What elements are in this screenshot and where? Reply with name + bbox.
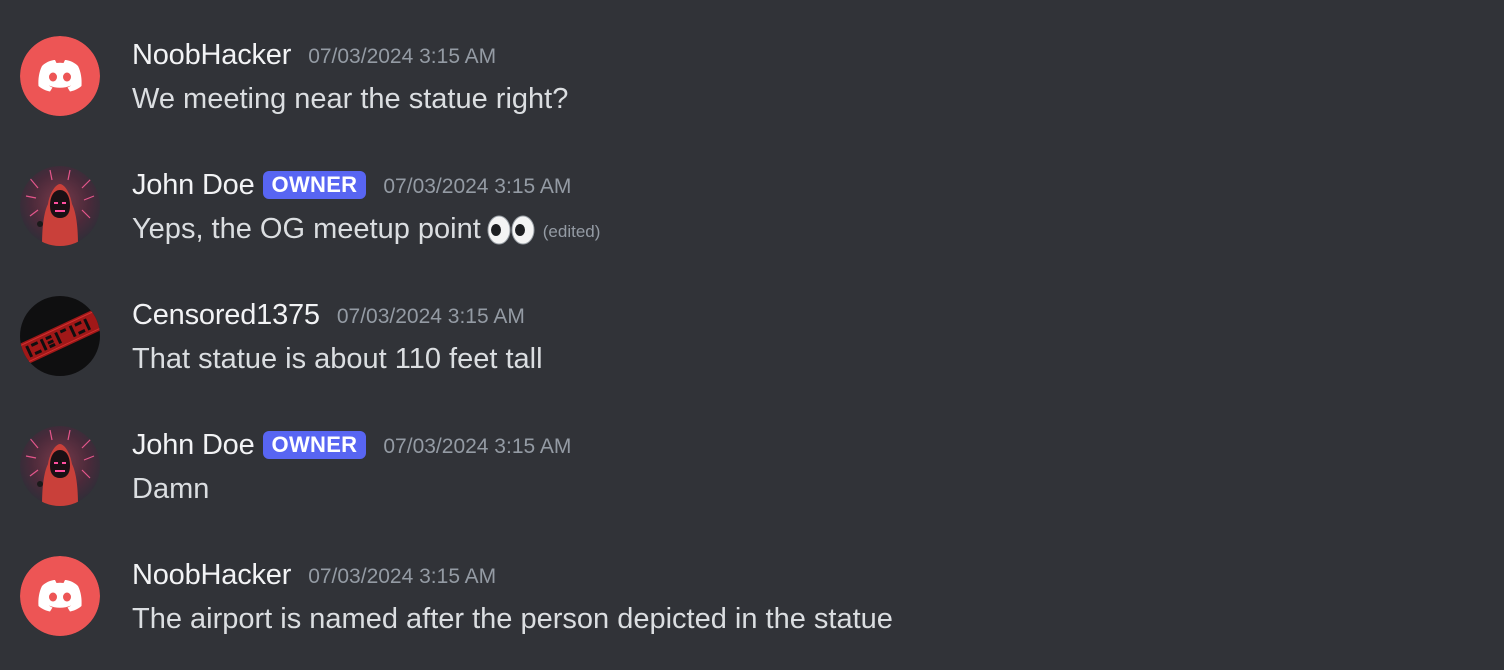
chat-message: John Doe OWNER 07/03/2024 3:15 AM Yeps, … bbox=[0, 130, 1504, 246]
message-content: Damn bbox=[132, 469, 209, 509]
avatar[interactable] bbox=[20, 556, 100, 636]
message-text: The airport is named after the person de… bbox=[132, 602, 893, 635]
avatar[interactable] bbox=[20, 36, 100, 116]
owner-badge: OWNER bbox=[262, 431, 367, 459]
username[interactable]: NoobHacker bbox=[132, 559, 291, 592]
avatar[interactable] bbox=[20, 426, 100, 506]
message-text: Yeps, the OG meetup point bbox=[132, 212, 481, 245]
username[interactable]: NoobHacker bbox=[132, 39, 291, 72]
timestamp[interactable]: 07/03/2024 3:15 AM bbox=[337, 305, 525, 329]
message-header: John Doe OWNER 07/03/2024 3:15 AM bbox=[132, 166, 571, 204]
avatar[interactable] bbox=[20, 166, 100, 246]
chat-message-list: NoobHacker 07/03/2024 3:15 AM We meeting… bbox=[0, 0, 1504, 670]
timestamp[interactable]: 07/03/2024 3:15 AM bbox=[383, 175, 571, 199]
username[interactable]: John Doe bbox=[132, 429, 255, 462]
chat-message: NoobHacker 07/03/2024 3:15 AM We meeting… bbox=[0, 0, 1504, 116]
message-text: Damn bbox=[132, 472, 210, 505]
message-content: That statue is about 110 feet tall bbox=[132, 339, 543, 379]
avatar[interactable] bbox=[20, 296, 100, 376]
hooded-figure-icon bbox=[20, 166, 100, 246]
message-header: John Doe OWNER 07/03/2024 3:15 AM bbox=[132, 426, 571, 464]
owner-badge: OWNER bbox=[262, 171, 367, 199]
timestamp[interactable]: 07/03/2024 3:15 AM bbox=[308, 565, 496, 589]
timestamp[interactable]: 07/03/2024 3:15 AM bbox=[308, 45, 496, 69]
message-content: Yeps, the OG meetup point (edited) bbox=[132, 209, 600, 249]
message-header: NoobHacker 07/03/2024 3:15 AM bbox=[132, 36, 496, 74]
message-header: Censored1375 07/03/2024 3:15 AM bbox=[132, 296, 525, 334]
chat-message: John Doe OWNER 07/03/2024 3:15 AM Damn bbox=[0, 390, 1504, 506]
timestamp[interactable]: 07/03/2024 3:15 AM bbox=[383, 435, 571, 459]
message-content: The airport is named after the person de… bbox=[132, 599, 893, 639]
chat-message: Censored1375 07/03/2024 3:15 AM That sta… bbox=[0, 260, 1504, 376]
censored-stamp-icon bbox=[20, 296, 100, 376]
message-header: NoobHacker 07/03/2024 3:15 AM bbox=[132, 556, 496, 594]
username[interactable]: Censored1375 bbox=[132, 299, 320, 332]
message-content: We meeting near the statue right? bbox=[132, 79, 568, 119]
hooded-figure-icon bbox=[20, 426, 100, 506]
message-text: We meeting near the statue right? bbox=[132, 82, 569, 115]
eyes-emoji-icon bbox=[487, 215, 535, 245]
username[interactable]: John Doe bbox=[132, 169, 255, 202]
edited-label[interactable]: (edited) bbox=[543, 222, 601, 242]
discord-logo-icon bbox=[20, 556, 100, 636]
message-text: That statue is about 110 feet tall bbox=[132, 342, 543, 375]
chat-message: NoobHacker 07/03/2024 3:15 AM The airpor… bbox=[0, 520, 1504, 636]
discord-logo-icon bbox=[20, 36, 100, 116]
